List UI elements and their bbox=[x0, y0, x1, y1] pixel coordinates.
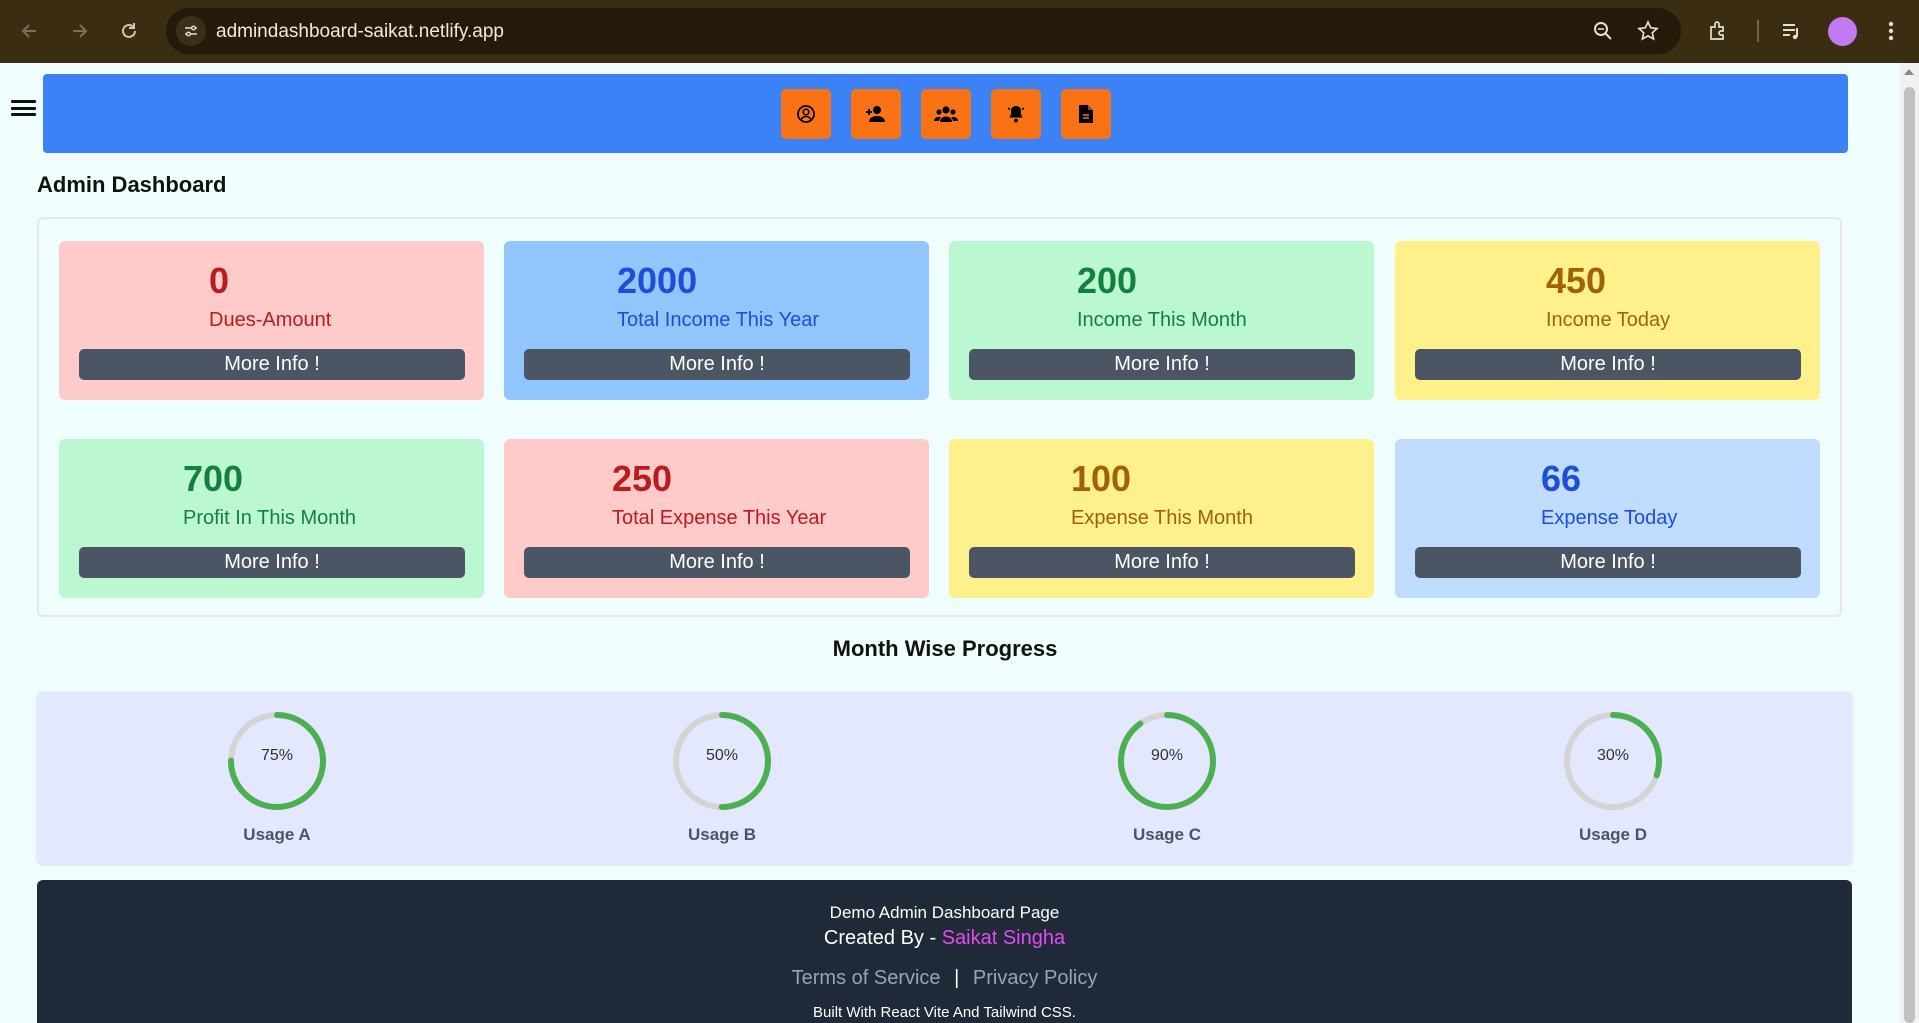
footer-separator: | bbox=[954, 967, 960, 989]
top-action-bar bbox=[43, 74, 1848, 153]
stat-label: Expense This Month bbox=[1071, 507, 1253, 529]
usage-label: Usage B bbox=[687, 825, 757, 844]
users-group-button[interactable] bbox=[920, 88, 971, 139]
stat-value: 100 bbox=[1071, 458, 1132, 499]
usage-gauge: 75% Usage A bbox=[222, 709, 332, 845]
arrow-right-icon bbox=[73, 24, 88, 38]
extensions-icon[interactable] bbox=[1701, 14, 1735, 48]
reload-button[interactable] bbox=[112, 14, 146, 48]
built-with-text: Built With React Vite And Tailwind CSS. bbox=[813, 1004, 1076, 1021]
created-by-label: Created By - bbox=[823, 927, 937, 949]
page-scrollbar[interactable] bbox=[1900, 63, 1919, 1023]
stats-cards-container: 0 Dues-Amount More Info ! 2000 Total Inc… bbox=[37, 217, 1842, 617]
users-group-icon bbox=[933, 105, 958, 122]
usage-label: Usage C bbox=[1132, 825, 1202, 844]
back-button[interactable] bbox=[13, 14, 47, 48]
add-user-button[interactable] bbox=[850, 88, 901, 139]
arrow-left-icon bbox=[21, 24, 36, 38]
usage-progress-panel: 75% Usage A 50% Usage B 90% Usage C 30% … bbox=[37, 692, 1852, 864]
browser-chrome: admindashboard-saikat.netlify.app bbox=[0, 0, 1919, 63]
stat-card-profit-month: 700 Profit In This Month More Info ! bbox=[59, 439, 484, 598]
more-info-button[interactable]: More Info ! bbox=[79, 349, 465, 380]
stat-value: 450 bbox=[1546, 260, 1607, 301]
stat-card-expense-today: 66 Expense Today More Info ! bbox=[1395, 439, 1820, 598]
user-circle-icon bbox=[796, 104, 815, 123]
stat-label: Profit In This Month bbox=[183, 507, 357, 529]
scroll-up-arrow-icon[interactable] bbox=[1904, 69, 1914, 75]
document-icon bbox=[1078, 104, 1093, 123]
stat-value: 700 bbox=[183, 458, 244, 499]
page-title: Admin Dashboard bbox=[37, 172, 227, 197]
more-info-button[interactable]: More Info ! bbox=[1415, 349, 1801, 380]
footer-credit: Created By - Saikat Singha bbox=[37, 927, 1852, 950]
terms-link[interactable]: Terms of Service bbox=[792, 967, 941, 989]
stat-card-income-month: 200 Income This Month More Info ! bbox=[949, 241, 1374, 400]
stat-label: Total Income This Year bbox=[617, 309, 819, 331]
usage-percent: 50% bbox=[705, 747, 739, 764]
usage-gauge: 30% Usage D bbox=[1558, 709, 1668, 845]
stat-value: 2000 bbox=[617, 260, 698, 301]
url-text[interactable]: admindashboard-saikat.netlify.app bbox=[216, 21, 504, 43]
page-footer: Demo Admin Dashboard Page Created By - S… bbox=[37, 880, 1852, 1023]
stat-label: Income This Month bbox=[1077, 309, 1247, 331]
forward-button[interactable] bbox=[62, 14, 96, 48]
stat-card-income-today: 450 Income Today More Info ! bbox=[1395, 241, 1820, 400]
stat-value: 200 bbox=[1077, 260, 1138, 301]
section-title-progress: Month Wise Progress bbox=[832, 636, 1058, 661]
scrollbar-thumb[interactable] bbox=[1904, 87, 1915, 1023]
more-info-button[interactable]: More Info ! bbox=[524, 349, 910, 380]
zoom-icon[interactable] bbox=[1590, 18, 1616, 44]
stat-value: 66 bbox=[1541, 458, 1582, 499]
address-bar[interactable]: admindashboard-saikat.netlify.app bbox=[166, 8, 1681, 54]
stat-value: 0 bbox=[209, 260, 230, 301]
usage-label: Usage D bbox=[1578, 825, 1648, 844]
usage-percent: 90% bbox=[1150, 747, 1184, 764]
reports-button[interactable] bbox=[1060, 88, 1111, 139]
more-info-button[interactable]: More Info ! bbox=[524, 547, 910, 578]
stat-label: Dues-Amount bbox=[209, 309, 332, 331]
more-info-button[interactable]: More Info ! bbox=[969, 547, 1355, 578]
toolbar-divider bbox=[1757, 20, 1759, 42]
author-link[interactable]: Saikat Singha bbox=[942, 927, 1065, 949]
usage-percent: 75% bbox=[260, 747, 294, 764]
stat-label: Total Expense This Year bbox=[612, 507, 827, 529]
stat-card-expense-month: 100 Expense This Month More Info ! bbox=[949, 439, 1374, 598]
reload-icon bbox=[122, 23, 136, 38]
usage-gauge: 50% Usage B bbox=[667, 709, 777, 845]
stat-label: Expense Today bbox=[1541, 507, 1678, 529]
stat-card-dues: 0 Dues-Amount More Info ! bbox=[59, 241, 484, 400]
footer-links: Terms of Service | Privacy Policy bbox=[37, 967, 1852, 990]
usage-label: Usage A bbox=[243, 825, 311, 844]
stat-value: 250 bbox=[612, 458, 673, 499]
profile-avatar[interactable] bbox=[1828, 17, 1857, 46]
more-info-button[interactable]: More Info ! bbox=[969, 349, 1355, 380]
more-info-button[interactable]: More Info ! bbox=[79, 547, 465, 578]
hamburger-menu-icon[interactable] bbox=[11, 97, 36, 119]
media-control-icon[interactable] bbox=[1774, 14, 1808, 48]
menu-kebab-icon[interactable] bbox=[1874, 14, 1908, 48]
add-user-icon bbox=[865, 105, 885, 122]
stat-card-total-expense-year: 250 Total Expense This Year More Info ! bbox=[504, 439, 929, 598]
privacy-link[interactable]: Privacy Policy bbox=[973, 967, 1097, 989]
usage-gauge: 90% Usage C bbox=[1112, 709, 1222, 845]
bookmark-star-icon[interactable] bbox=[1635, 18, 1661, 44]
site-info-icon[interactable] bbox=[176, 16, 206, 46]
stat-label: Income Today bbox=[1546, 309, 1671, 331]
bell-icon bbox=[1007, 105, 1024, 122]
footer-title: Demo Admin Dashboard Page bbox=[829, 903, 1060, 922]
usage-percent: 30% bbox=[1596, 747, 1630, 764]
stat-card-total-income-year: 2000 Total Income This Year More Info ! bbox=[504, 241, 929, 400]
profile-button[interactable] bbox=[780, 88, 831, 139]
notifications-button[interactable] bbox=[990, 88, 1041, 139]
more-info-button[interactable]: More Info ! bbox=[1415, 547, 1801, 578]
